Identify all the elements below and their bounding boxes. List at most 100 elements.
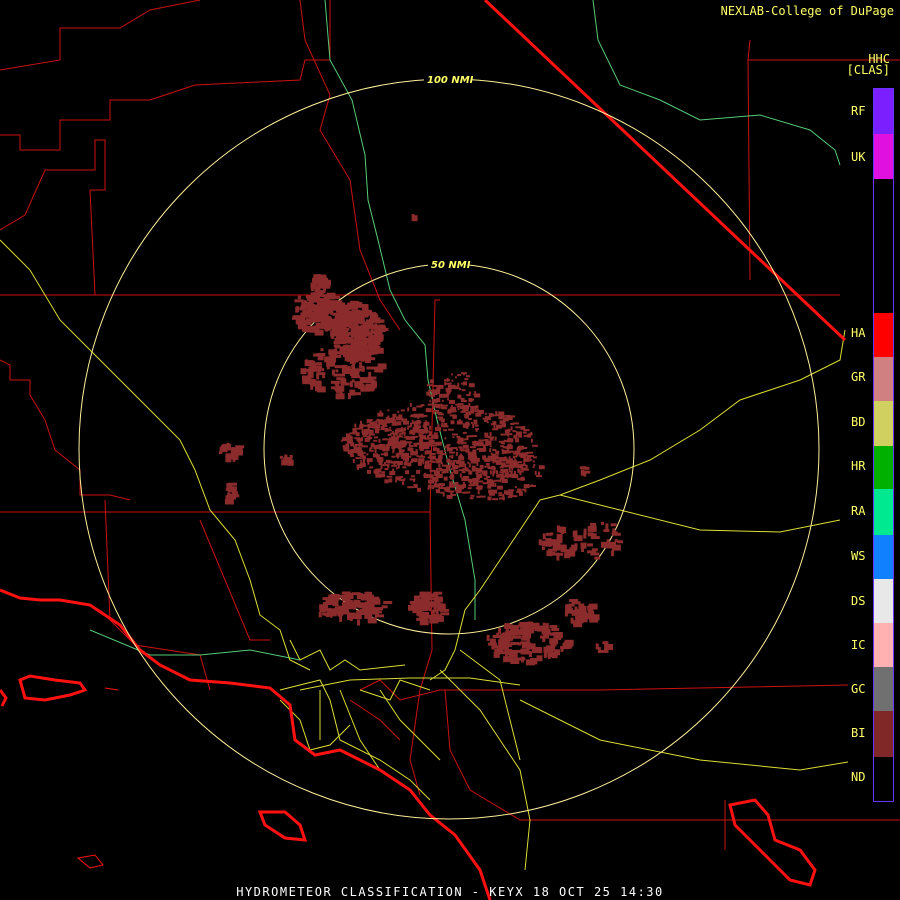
echo-pixel [474,408,477,412]
echo-pixel [312,277,322,284]
echo-pixel [471,435,478,438]
echo-pixel [530,623,534,630]
echo-pixel [579,614,583,621]
echo-pixel [341,364,348,368]
echo-pixel [472,456,477,461]
echo-pixel [455,451,458,456]
echo-pixel [374,436,379,439]
echo-pixel [512,473,515,476]
classification-legend: RF UK HA GR BD HR RA WS DS IC GC BI ND [840,88,900,802]
legend-swatch-ha [874,313,893,357]
echo-pixel [383,424,388,427]
echo-pixel [427,597,431,600]
echo-pixel [375,319,385,323]
echo-pixel [469,446,476,449]
echo-pixel [375,468,382,473]
echo-pixel [437,450,444,455]
echo-pixel [379,473,386,478]
echo-pixel [367,376,377,380]
echo-pixel [513,456,515,459]
echo-pixel [279,455,283,459]
echo-pixel [477,480,484,483]
echo-pixel [448,384,454,389]
echo-pixel [470,421,473,424]
echo-pixel [483,471,486,476]
echo-pixel [397,441,404,446]
echo-pixel [464,378,469,381]
echo-pixel [427,487,430,490]
echo-pixel [444,394,449,397]
echo-pixel [399,432,404,435]
echo-pixel [397,464,400,469]
echo-pixel [594,556,601,560]
echo-pixel [556,534,563,540]
echo-pixel [508,440,513,443]
echo-pixel [325,277,329,281]
echo-pixel [373,439,378,442]
echo-pixel [494,455,499,460]
echo-pixel [352,427,357,432]
echo-pixel [458,440,461,445]
echo-pixel [383,462,386,464]
echo-pixel [542,533,546,540]
echo-pixel [402,481,405,486]
echo-pixel [295,306,299,313]
echo-pixel [487,496,492,501]
echo-pixel [342,445,345,449]
echo-pixel [432,485,435,490]
echo-pixel [343,371,353,374]
echo-pixel [470,494,475,497]
echo-pixel [419,441,426,446]
echo-pixel [370,312,377,319]
echo-pixel [461,372,468,375]
echo-pixel [470,483,473,486]
echo-pixel [392,468,395,473]
echo-pixel [308,366,318,370]
echo-pixel [530,458,533,461]
echo-pixel [451,454,454,459]
echo-pixel [305,320,309,324]
echo-pixel [395,421,402,426]
echo-pixel [546,540,553,547]
echo-pixel [306,310,312,314]
echo-pixel [362,435,367,438]
echo-pixel [489,448,492,453]
legend-label-uk: UK [851,150,866,164]
echo-pixel [488,489,495,494]
echo-pixel [611,550,615,557]
echo-pixel [416,455,419,457]
echo-pixel [441,462,443,465]
echo-pixel [468,478,473,483]
echo-pixel [451,379,454,382]
echo-pixel [398,449,403,454]
echo-pixel [329,614,333,618]
echo-pixel [339,615,343,622]
echo-pixel [519,473,522,476]
echo-pixel [379,324,386,331]
echo-pixel [392,413,397,418]
echo-pixel [506,640,510,647]
echo-pixel [459,473,462,478]
echo-pixel [464,413,467,418]
echo-pixel [378,438,381,443]
echo-pixel [352,459,355,463]
echo-pixel [367,469,371,474]
echo-pixel [347,612,357,616]
echo-pixel [332,328,342,332]
echo-pixel [335,369,339,373]
echo-pixel [588,609,592,613]
echo-pixel [384,479,389,484]
echo-pixel [375,429,379,434]
echo-pixel [334,387,341,391]
echo-pixel [545,623,549,630]
echo-pixel [373,421,376,426]
echo-pixel [234,449,244,456]
echo-pixel [323,285,326,292]
echo-pixel [418,445,423,450]
echo-pixel [587,550,597,554]
echo-pixel [506,433,513,436]
echo-pixel [457,408,460,411]
echo-pixel [334,300,341,304]
echo-pixel [599,649,609,653]
echo-pixel [501,635,505,642]
